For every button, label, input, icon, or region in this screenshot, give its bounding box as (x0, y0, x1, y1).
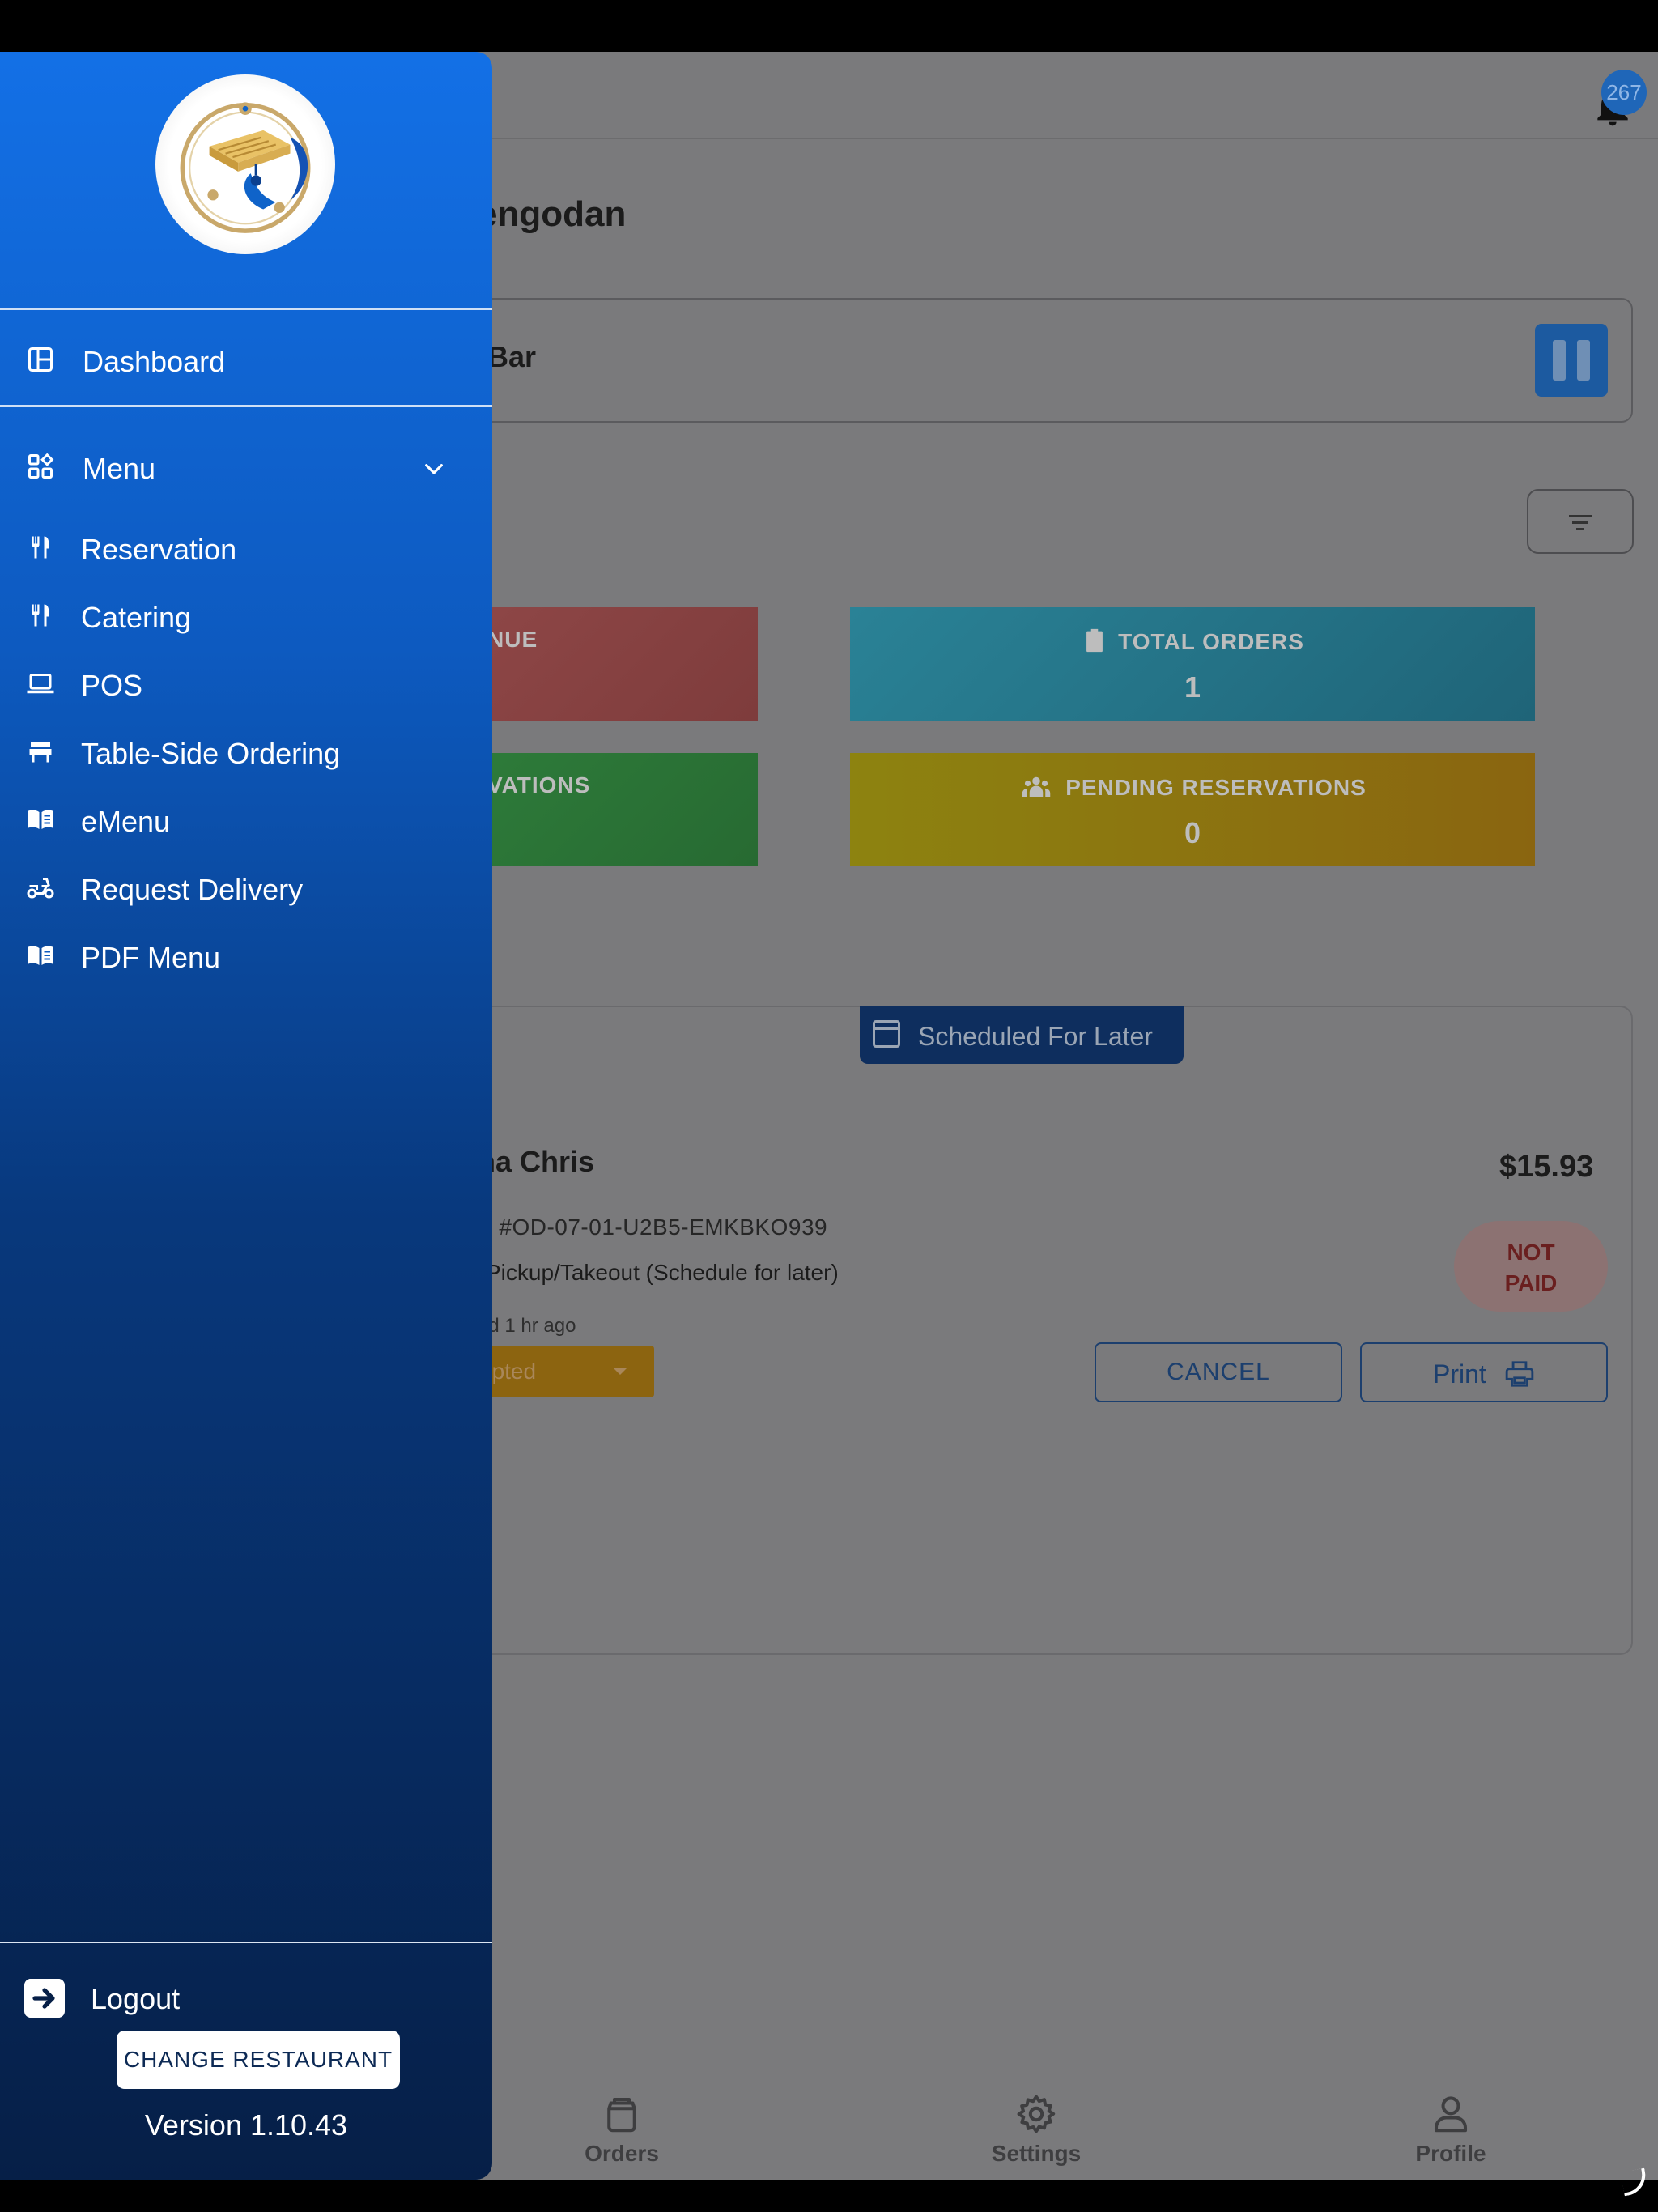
tab-profile[interactable]: Profile (1370, 2092, 1532, 2167)
widgets-icon (28, 453, 54, 479)
payment-status-badge: NOT PAID (1454, 1221, 1608, 1312)
welcome-title: engodan (478, 194, 627, 234)
nav-item-menu[interactable]: Menu (0, 437, 492, 494)
pending-reservations-stat-card[interactable]: PENDING RESERVATIONS 0 (850, 753, 1535, 866)
tab-settings-label: Settings (991, 2141, 1082, 2166)
scheduled-badge-text: Scheduled For Later (918, 1022, 1153, 1051)
app-version: Version 1.10.43 (144, 2108, 348, 2142)
total-orders-stat-card[interactable]: TOTAL ORDERS 1 (850, 607, 1535, 721)
nav-item-request-delivery[interactable]: Request Delivery (0, 858, 492, 915)
clipboard-check-icon (1086, 628, 1103, 653)
order-total: $15.93 (1499, 1150, 1594, 1184)
nav-item-table-side-ordering[interactable]: Table-Side Ordering (0, 722, 492, 779)
order-id: r: #OD-07-01-U2B5-EMKBKO939 (478, 1214, 828, 1240)
bag-icon (607, 2097, 636, 2133)
filter-icon (1569, 515, 1592, 517)
scooter-icon (27, 878, 54, 899)
revenue-stat-card[interactable]: NUE (453, 607, 758, 721)
menu-book-icon (28, 946, 53, 965)
dashboard-icon (28, 347, 53, 372)
tab-orders-label: Orders (585, 2141, 659, 2166)
cancel-order-button[interactable]: CANCEL (1095, 1342, 1342, 1402)
nav-item-label: Dashboard (83, 345, 226, 378)
filter-button[interactable] (1527, 489, 1634, 554)
nav-item-catering[interactable]: Catering (0, 586, 492, 643)
pending-reservations-value: 0 (1184, 816, 1201, 849)
fork-knife-icon (32, 604, 49, 627)
restaurant-name: Bar (487, 340, 537, 373)
print-label: Print (1433, 1359, 1486, 1389)
drawer-divider (0, 308, 492, 310)
order-type: Pickup/Takeout (Schedule for later) (486, 1260, 839, 1285)
pause-button[interactable] (1535, 324, 1608, 397)
nav-item-label: Request Delivery (81, 873, 304, 906)
tab-orders[interactable]: Orders (541, 2092, 703, 2167)
restaurant-logo (155, 74, 335, 254)
logout-icon (24, 1979, 65, 2018)
nav-item-emenu[interactable]: eMenu (0, 790, 492, 847)
nav-item-pdf-menu[interactable]: PDF Menu (0, 926, 492, 983)
restaurant-status-card: Bar (453, 298, 1633, 423)
caret-down-icon (614, 1368, 627, 1375)
stat-label: NUE (487, 627, 538, 652)
pause-icon-bar (1577, 340, 1590, 381)
chevron-down-icon[interactable] (421, 457, 447, 483)
total-orders-label: TOTAL ORDERS (1118, 629, 1304, 654)
gear-icon (1017, 2095, 1056, 2133)
order-card[interactable] (453, 1006, 1633, 1655)
order-time: ed 1 hr ago (478, 1315, 576, 1337)
calendar-icon (873, 1020, 900, 1048)
table-icon (29, 742, 52, 763)
navigation-drawer[interactable]: Dashboard Menu Reservation Catering POS (0, 52, 492, 2180)
total-orders-value: 1 (1184, 670, 1201, 704)
nav-item-reservation[interactable]: Reservation (0, 518, 492, 575)
nav-item-label: PDF Menu (81, 941, 221, 974)
filter-icon (1576, 528, 1584, 530)
notification-badge: 267 (1601, 70, 1647, 115)
change-restaurant-button[interactable]: CHANGE RESTAURANT (117, 2031, 400, 2089)
reservations-stat-card[interactable]: VATIONS (453, 753, 758, 866)
logout-label: Logout (91, 1982, 181, 2015)
nav-item-dashboard[interactable]: Dashboard (0, 330, 492, 387)
nav-item-label: eMenu (81, 805, 171, 838)
pending-reservations-label: PENDING RESERVATIONS (1065, 775, 1367, 800)
user-icon (1434, 2096, 1468, 2133)
customer-name: na Chris (478, 1145, 595, 1178)
payment-status-line: NOT (1507, 1240, 1555, 1265)
fork-knife-icon (32, 536, 49, 559)
people-icon (1022, 776, 1051, 797)
nav-item-label: POS (81, 669, 143, 702)
pause-icon-bar (1553, 340, 1566, 381)
menu-book-icon (28, 810, 53, 829)
drawer-divider (0, 1942, 492, 1943)
nav-item-label: Catering (81, 601, 192, 634)
nav-item-pos[interactable]: POS (0, 654, 492, 711)
stat-label: PENDING RESERVATIONS (850, 772, 1535, 802)
tab-profile-label: Profile (1415, 2141, 1486, 2166)
peacock-logo-icon (180, 102, 311, 233)
home-indicator (1620, 2167, 1649, 2197)
logout-button[interactable]: Logout (0, 1961, 492, 2031)
nav-item-label: Menu (83, 452, 156, 485)
printer-icon (1505, 1361, 1534, 1387)
payment-status-line: PAID (1504, 1270, 1558, 1295)
scheduled-badge: Scheduled For Later (860, 1006, 1184, 1064)
filter-icon (1572, 521, 1588, 524)
stat-label: TOTAL ORDERS (850, 627, 1535, 655)
laptop-icon (27, 674, 54, 694)
print-button[interactable]: Print (1360, 1342, 1608, 1402)
nav-item-label: Table-Side Ordering (81, 737, 341, 770)
nav-item-label: Reservation (81, 533, 237, 566)
stat-label: VATIONS (487, 772, 591, 798)
tab-settings[interactable]: Settings (955, 2092, 1117, 2167)
drawer-divider (0, 405, 492, 407)
